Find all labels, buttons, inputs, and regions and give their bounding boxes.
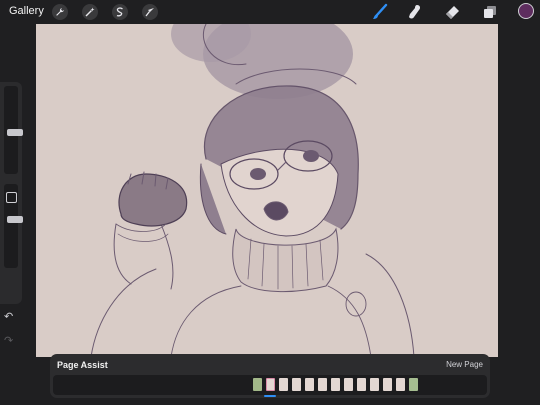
brush-size-thumb[interactable]	[7, 129, 23, 136]
page-thumbnail-strip	[53, 375, 487, 395]
page-thumbnail[interactable]	[383, 378, 392, 391]
page-thumbnail[interactable]	[396, 378, 405, 391]
page-thumbnail[interactable]	[318, 378, 327, 391]
brush-icon[interactable]	[371, 3, 389, 21]
undo-icon[interactable]: ↶	[4, 310, 13, 323]
page-thumbnail[interactable]	[409, 378, 418, 391]
page-thumbnail[interactable]	[279, 378, 288, 391]
magic-wand-icon[interactable]	[82, 4, 98, 20]
page-thumbnail[interactable]	[331, 378, 340, 391]
page-thumbnail-selected[interactable]	[266, 378, 275, 391]
page-assist-title: Page Assist	[57, 360, 108, 370]
page-thumbnail[interactable]	[305, 378, 314, 391]
top-toolbar: Gallery	[0, 0, 540, 24]
drawing-canvas[interactable]	[36, 24, 498, 357]
eraser-icon[interactable]	[443, 3, 461, 21]
color-picker-swatch[interactable]	[518, 3, 534, 19]
selection-icon[interactable]	[112, 4, 128, 20]
smudge-icon[interactable]	[406, 3, 424, 21]
current-page-indicator	[264, 395, 276, 397]
page-thumbnail[interactable]	[344, 378, 353, 391]
page-thumbnail[interactable]	[253, 378, 262, 391]
page-thumbnail[interactable]	[292, 378, 301, 391]
brush-size-slider[interactable]	[4, 86, 23, 174]
opacity-thumb[interactable]	[7, 216, 23, 223]
redo-icon[interactable]: ↷	[4, 334, 13, 347]
page-assist-panel: Page Assist New Page	[50, 354, 490, 398]
layers-icon[interactable]	[481, 3, 499, 21]
new-page-button[interactable]: New Page	[446, 360, 483, 369]
page-thumbnail[interactable]	[370, 378, 379, 391]
page-thumbnail[interactable]	[357, 378, 366, 391]
gallery-button[interactable]: Gallery	[9, 5, 44, 17]
left-sidebar	[0, 82, 23, 304]
wrench-icon[interactable]	[52, 4, 68, 20]
modify-button[interactable]	[6, 192, 17, 203]
transform-arrow-icon[interactable]	[142, 4, 158, 20]
sketch-artwork	[90, 24, 415, 357]
